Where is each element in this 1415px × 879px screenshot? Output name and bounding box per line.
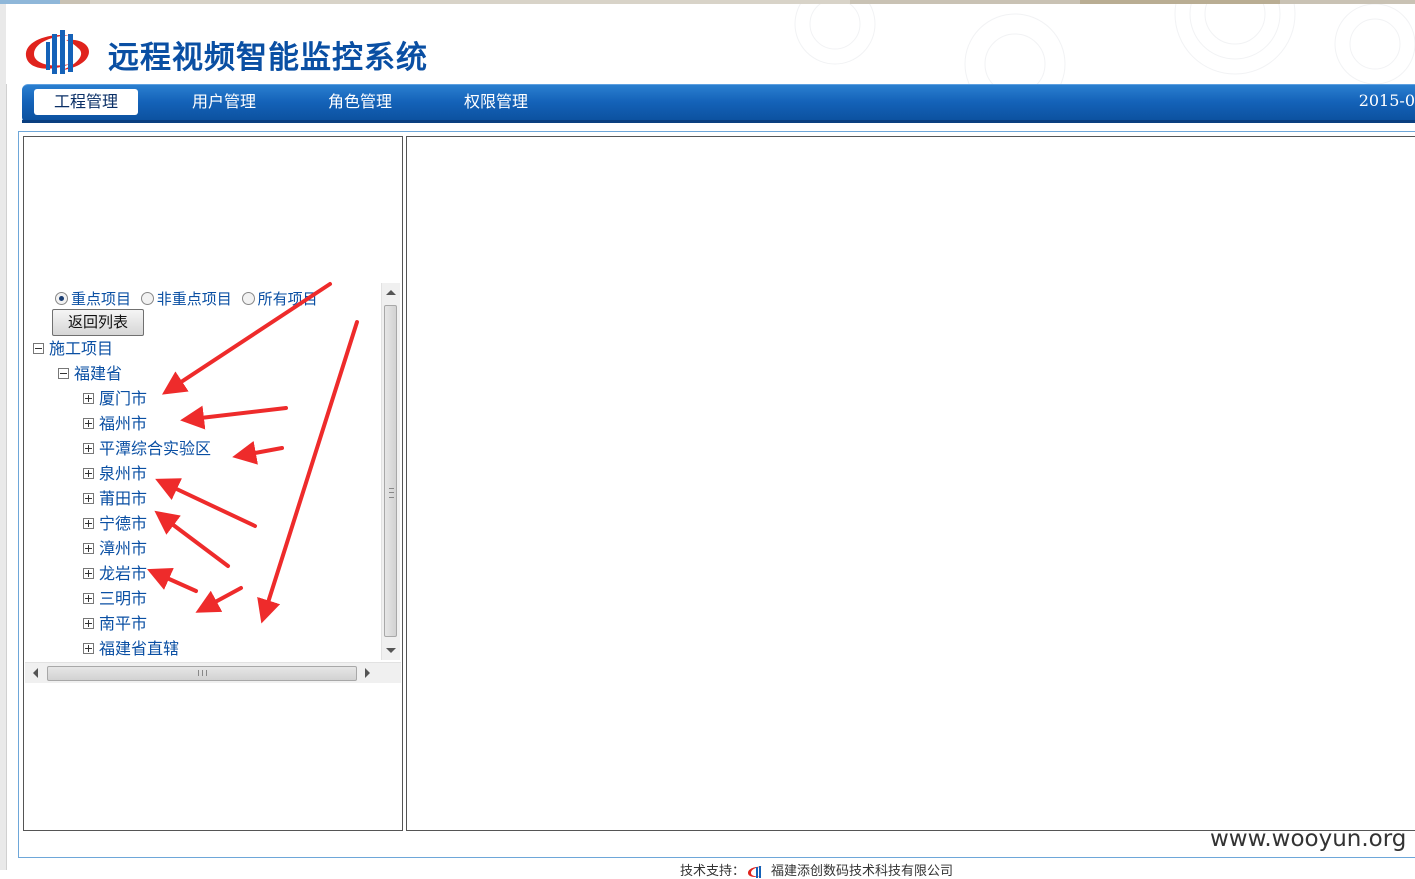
watermark: www.wooyun.org xyxy=(1210,826,1407,852)
back-to-list-button[interactable]: 返回列表 xyxy=(52,309,144,336)
tree-node-label[interactable]: 宁德市 xyxy=(99,514,147,533)
tab-project-management[interactable]: 工程管理 xyxy=(34,89,138,115)
main-navbar: 工程管理 用户管理 角色管理 权限管理 2015-0 xyxy=(22,84,1415,123)
navbar-bottom-stripe xyxy=(22,120,1415,123)
plus-box-icon[interactable] xyxy=(83,468,94,479)
tree-node-label[interactable]: 三明市 xyxy=(99,589,147,608)
tree-node-city[interactable]: 福州市 xyxy=(83,414,147,434)
plus-box-icon[interactable] xyxy=(83,643,94,654)
tab-permission-management[interactable]: 权限管理 xyxy=(444,89,548,115)
plus-box-icon[interactable] xyxy=(83,518,94,529)
footer-company: 福建添创数码技术科技有限公司 xyxy=(771,864,954,879)
tree-node-label[interactable]: 南平市 xyxy=(99,614,147,633)
company-logo-small-icon xyxy=(748,865,763,878)
tree-node-city[interactable]: 南平市 xyxy=(83,614,147,634)
radio-label-all-projects: 所有项目 xyxy=(257,290,318,308)
right-content-panel xyxy=(406,136,1415,831)
tree-node-city[interactable]: 平潭综合实验区 xyxy=(83,439,211,459)
plus-box-icon[interactable] xyxy=(83,443,94,454)
grip-icon xyxy=(389,488,394,498)
horizontal-scroll-thumb[interactable] xyxy=(47,666,357,681)
tree-node-label[interactable]: 泉州市 xyxy=(99,464,147,483)
tree-node-city[interactable]: 宁德市 xyxy=(83,514,147,534)
project-tree-box: 重点项目 非重点项目 所有项目 返回列表 施工项目 福建省 厦门市 福州市 平潭… xyxy=(25,283,401,685)
minus-box-icon[interactable] xyxy=(58,368,69,379)
plus-box-icon[interactable] xyxy=(83,493,94,504)
tree-node-city[interactable]: 莆田市 xyxy=(83,489,147,509)
tab-user-management[interactable]: 用户管理 xyxy=(172,89,276,115)
minus-box-icon[interactable] xyxy=(33,343,44,354)
tree-node-city[interactable]: 龙岩市 xyxy=(83,564,147,584)
tree-node-label[interactable]: 莆田市 xyxy=(99,489,147,508)
radio-all-projects[interactable] xyxy=(241,292,255,305)
scroll-down-arrow-icon[interactable] xyxy=(386,648,396,653)
system-title: 远程视频智能监控系统 xyxy=(108,40,428,76)
project-filter: 重点项目 非重点项目 所有项目 xyxy=(55,288,323,309)
tree-node-city[interactable]: 厦门市 xyxy=(83,389,147,409)
window-left-edge xyxy=(0,4,7,870)
tree-node-label[interactable]: 厦门市 xyxy=(99,389,147,408)
tree-node-label[interactable]: 福建省直辖 xyxy=(99,639,179,658)
plus-box-icon[interactable] xyxy=(83,568,94,579)
tree-node-province[interactable]: 福建省 xyxy=(58,364,122,384)
tree-node-label[interactable]: 福州市 xyxy=(99,414,147,433)
vertical-scrollbar[interactable] xyxy=(381,283,400,660)
scroll-right-arrow-icon[interactable] xyxy=(365,668,370,678)
tree-node-city[interactable]: 泉州市 xyxy=(83,464,147,484)
app-header: 远程视频智能监控系统 xyxy=(6,4,1415,84)
scroll-left-arrow-icon[interactable] xyxy=(33,668,38,678)
grip-icon xyxy=(198,670,207,676)
radio-non-key-projects[interactable] xyxy=(140,292,154,305)
footer-support-label: 技术支持： xyxy=(680,864,746,879)
tree-node-label[interactable]: 施工项目 xyxy=(49,339,113,358)
plus-box-icon[interactable] xyxy=(83,393,94,404)
tree-node-label[interactable]: 龙岩市 xyxy=(99,564,147,583)
tree-node-label[interactable]: 漳州市 xyxy=(99,539,147,558)
tree-node-label[interactable]: 平潭综合实验区 xyxy=(99,439,211,458)
radio-key-projects[interactable] xyxy=(55,292,68,305)
current-date: 2015-0 xyxy=(1358,91,1415,110)
tree-node-city[interactable]: 福建省直辖 xyxy=(83,639,179,659)
tree-node-root[interactable]: 施工项目 xyxy=(33,339,113,359)
plus-box-icon[interactable] xyxy=(83,543,94,554)
horizontal-scrollbar[interactable] xyxy=(25,662,401,683)
radio-label-key-projects: 重点项目 xyxy=(71,290,132,308)
header-decoration xyxy=(794,4,1415,84)
company-logo-icon xyxy=(25,30,90,74)
tree-node-city[interactable]: 漳州市 xyxy=(83,539,147,559)
radio-label-non-key-projects: 非重点项目 xyxy=(156,290,232,308)
tree-node-label[interactable]: 福建省 xyxy=(74,364,122,383)
plus-box-icon[interactable] xyxy=(83,618,94,629)
tab-role-management[interactable]: 角色管理 xyxy=(308,89,412,115)
scroll-up-arrow-icon[interactable] xyxy=(386,290,396,295)
tree-node-city[interactable]: 三明市 xyxy=(83,589,147,609)
vertical-scroll-thumb[interactable] xyxy=(384,305,397,637)
plus-box-icon[interactable] xyxy=(83,418,94,429)
plus-box-icon[interactable] xyxy=(83,593,94,604)
